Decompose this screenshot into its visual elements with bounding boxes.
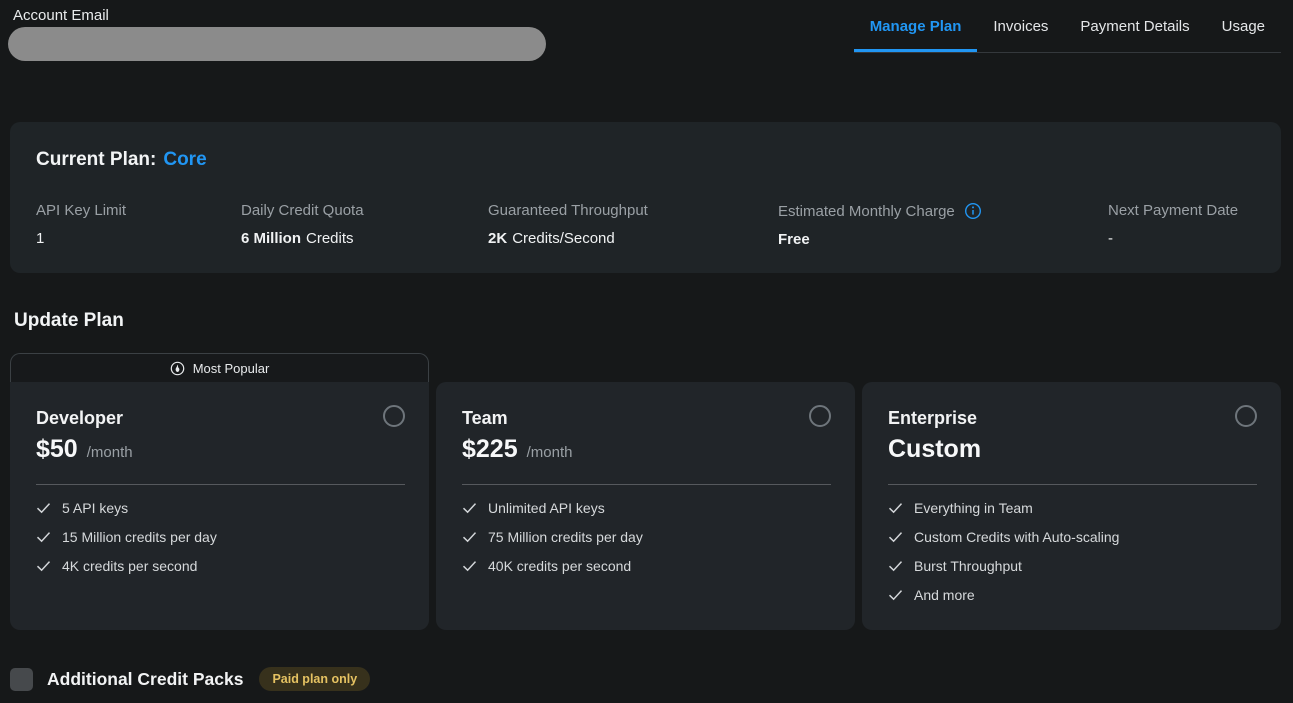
feature-item: Everything in Team [888, 493, 1257, 522]
stat-value: 6 Million Credits [241, 230, 488, 247]
most-popular-banner: Most Popular [10, 353, 429, 383]
fire-icon [170, 361, 185, 376]
current-plan-title: Current Plan: Core [36, 149, 207, 171]
plan-radio-developer[interactable] [383, 405, 405, 427]
tab-bar: Manage Plan Invoices Payment Details Usa… [854, 0, 1281, 53]
check-icon [462, 560, 477, 572]
current-plan-name: Core [163, 149, 206, 170]
stat-value-strong: Free [778, 231, 810, 248]
stat-label: Daily Credit Quota [241, 202, 364, 219]
plan-name: Team [462, 408, 508, 429]
stat-value-normal: - [1108, 230, 1113, 247]
stat-value: - [1108, 230, 1267, 247]
stat-value: 2K Credits/Second [488, 230, 778, 247]
check-icon [888, 502, 903, 514]
feature-item: Unlimited API keys [462, 493, 831, 522]
feature-item: 15 Million credits per day [36, 522, 405, 551]
stat-next-payment-date: Next Payment Date - [1108, 202, 1267, 248]
feature-item: And more [888, 580, 1257, 609]
feature-label: 15 Million credits per day [62, 529, 217, 545]
current-plan-title-prefix: Current Plan: [36, 149, 156, 170]
divider [462, 484, 831, 485]
tab-payment-details[interactable]: Payment Details [1064, 0, 1205, 52]
stat-guaranteed-throughput: Guaranteed Throughput 2K Credits/Second [488, 202, 778, 248]
plan-period: /month [87, 444, 133, 461]
check-icon [462, 502, 477, 514]
feature-item: 4K credits per second [36, 551, 405, 580]
feature-item: 5 API keys [36, 493, 405, 522]
check-icon [888, 560, 903, 572]
stat-value-normal: Credits [306, 230, 354, 247]
feature-label: Everything in Team [914, 500, 1033, 516]
stat-value-strong: 2K [488, 230, 507, 247]
most-popular-label: Most Popular [193, 361, 270, 376]
feature-label: Custom Credits with Auto-scaling [914, 529, 1119, 545]
plan-name: Developer [36, 408, 123, 429]
account-email-input[interactable] [8, 27, 546, 61]
stat-value: Free [778, 231, 1108, 248]
plan-card-enterprise[interactable]: Enterprise Custom Everything in Team Cus… [862, 382, 1281, 630]
stat-value-normal: 1 [36, 230, 44, 247]
stat-label: Next Payment Date [1108, 202, 1238, 219]
stat-label: Guaranteed Throughput [488, 202, 648, 219]
divider [36, 484, 405, 485]
tab-invoices[interactable]: Invoices [977, 0, 1064, 52]
plan-card-developer[interactable]: Developer $50 /month 5 API keys 15 Milli… [10, 382, 429, 630]
plan-period: /month [527, 444, 573, 461]
billing-page: Account Email Manage Plan Invoices Payme… [0, 0, 1293, 703]
feature-item: Custom Credits with Auto-scaling [888, 522, 1257, 551]
feature-item: Burst Throughput [888, 551, 1257, 580]
stat-api-key-limit: API Key Limit 1 [36, 202, 241, 248]
credit-packs-checkbox[interactable] [10, 668, 33, 691]
stat-label: API Key Limit [36, 202, 126, 219]
plan-radio-team[interactable] [809, 405, 831, 427]
stat-daily-credit-quota: Daily Credit Quota 6 Million Credits [241, 202, 488, 248]
info-icon[interactable] [964, 202, 982, 220]
stat-estimated-monthly-charge: Estimated Monthly Charge Free [778, 202, 1108, 248]
feature-label: Unlimited API keys [488, 500, 605, 516]
current-plan-stats: API Key Limit 1 Daily Credit Quota 6 Mil… [36, 202, 1267, 248]
plan-price: $50 [36, 435, 78, 464]
check-icon [36, 560, 51, 572]
stat-value: 1 [36, 230, 241, 247]
feature-label: Burst Throughput [914, 558, 1022, 574]
plan-price: $225 [462, 435, 518, 464]
tab-usage[interactable]: Usage [1206, 0, 1281, 52]
plan-features: Everything in Team Custom Credits with A… [888, 493, 1257, 609]
stat-label: Estimated Monthly Charge [778, 203, 955, 220]
update-plan-heading: Update Plan [14, 310, 124, 332]
plan-features: Unlimited API keys 75 Million credits pe… [462, 493, 831, 580]
check-icon [888, 531, 903, 543]
current-plan-card: Current Plan: Core API Key Limit 1 Daily … [10, 122, 1281, 273]
feature-label: 75 Million credits per day [488, 529, 643, 545]
check-icon [888, 589, 903, 601]
divider [888, 484, 1257, 485]
check-icon [36, 502, 51, 514]
tab-manage-plan[interactable]: Manage Plan [854, 0, 978, 52]
check-icon [36, 531, 51, 543]
stat-value-strong: 6 Million [241, 230, 301, 247]
feature-item: 40K credits per second [462, 551, 831, 580]
feature-label: 4K credits per second [62, 558, 197, 574]
plan-card-team[interactable]: Team $225 /month Unlimited API keys 75 M… [436, 382, 855, 630]
credit-packs-label: Additional Credit Packs [47, 669, 243, 690]
additional-credit-packs-row: Additional Credit Packs Paid plan only [10, 667, 370, 691]
feature-label: And more [914, 587, 975, 603]
plan-radio-enterprise[interactable] [1235, 405, 1257, 427]
feature-label: 40K credits per second [488, 558, 631, 574]
plan-price: Custom [888, 435, 981, 464]
account-email-label: Account Email [13, 7, 109, 24]
plan-name: Enterprise [888, 408, 977, 429]
paid-plan-only-badge: Paid plan only [259, 667, 370, 691]
plan-features: 5 API keys 15 Million credits per day 4K… [36, 493, 405, 580]
stat-value-normal: Credits/Second [512, 230, 615, 247]
feature-label: 5 API keys [62, 500, 128, 516]
feature-item: 75 Million credits per day [462, 522, 831, 551]
check-icon [462, 531, 477, 543]
